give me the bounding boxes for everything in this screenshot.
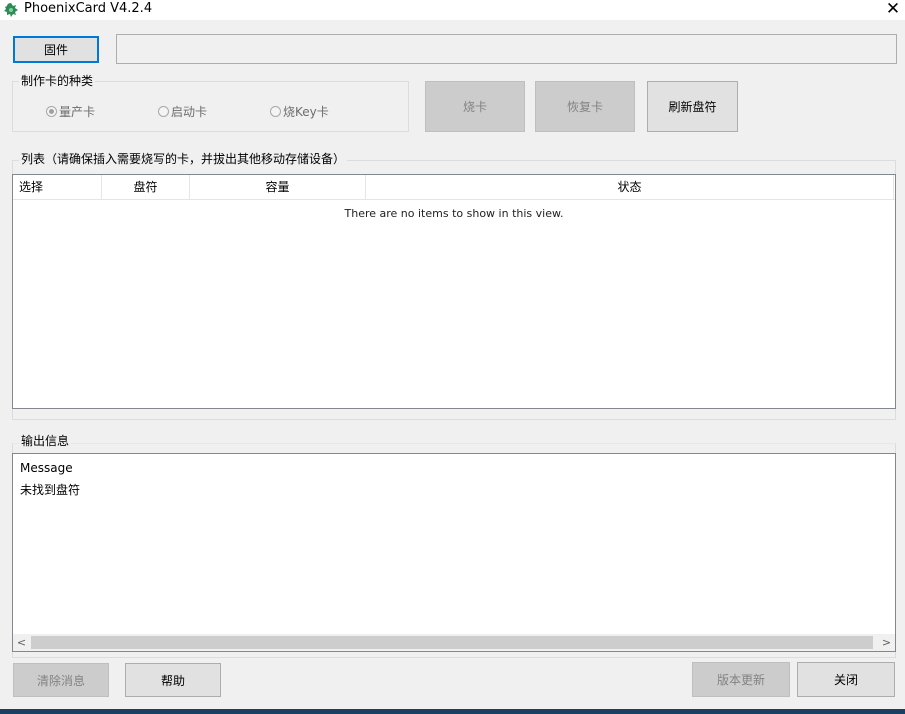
device-list-view[interactable]: 选择 盘符 容量 状态 There are no items to show i…: [12, 174, 896, 409]
restore-card-button[interactable]: 恢复卡: [535, 81, 635, 132]
clear-messages-button[interactable]: 清除消息: [13, 663, 109, 697]
device-list-legend: 列表（请确保插入需要烧写的卡，并拔出其他移动存储设备）: [19, 152, 348, 166]
burn-card-button[interactable]: 烧卡: [425, 81, 525, 132]
radio-key-card[interactable]: 烧Key卡: [270, 103, 329, 120]
output-text-area[interactable]: Message 未找到盘符 < >: [12, 453, 896, 652]
column-header-status[interactable]: 状态: [366, 175, 894, 200]
output-legend: 输出信息: [19, 434, 72, 448]
empty-list-message: There are no items to show in this view.: [344, 207, 564, 220]
radio-label: 烧Key卡: [283, 105, 329, 119]
scroll-thumb[interactable]: [31, 636, 873, 649]
close-icon[interactable]: ✕: [882, 0, 904, 18]
column-header-select[interactable]: 选择: [13, 175, 102, 200]
column-header-capacity[interactable]: 容量: [190, 175, 366, 200]
radio-indicator: [46, 106, 57, 117]
help-button[interactable]: 帮助: [125, 663, 221, 697]
card-type-legend: 制作卡的种类: [19, 74, 96, 88]
output-line: Message: [20, 461, 73, 475]
radio-indicator: [270, 106, 281, 117]
window-title: PhoenixCard V4.2.4: [24, 1, 153, 16]
firmware-path-field[interactable]: [116, 34, 897, 64]
app-icon: [4, 3, 18, 17]
radio-label: 启动卡: [171, 105, 208, 119]
close-button[interactable]: 关闭: [797, 662, 895, 697]
version-update-button[interactable]: 版本更新: [692, 662, 790, 697]
radio-boot-card[interactable]: 启动卡: [158, 103, 207, 120]
scroll-left-icon[interactable]: <: [13, 634, 30, 651]
window-bottom-edge: [0, 709, 905, 714]
radio-label: 量产卡: [59, 105, 96, 119]
output-line: 未找到盘符: [20, 483, 81, 497]
column-header-drive[interactable]: 盘符: [102, 175, 190, 200]
refresh-drives-button[interactable]: 刷新盘符: [647, 81, 738, 132]
firmware-button[interactable]: 固件: [13, 36, 99, 63]
radio-mass-production-card[interactable]: 量产卡: [46, 103, 95, 120]
horizontal-scrollbar[interactable]: < >: [13, 634, 895, 651]
scroll-right-icon[interactable]: >: [878, 634, 895, 651]
list-header: 选择 盘符 容量 状态: [13, 175, 895, 200]
radio-indicator: [158, 106, 169, 117]
